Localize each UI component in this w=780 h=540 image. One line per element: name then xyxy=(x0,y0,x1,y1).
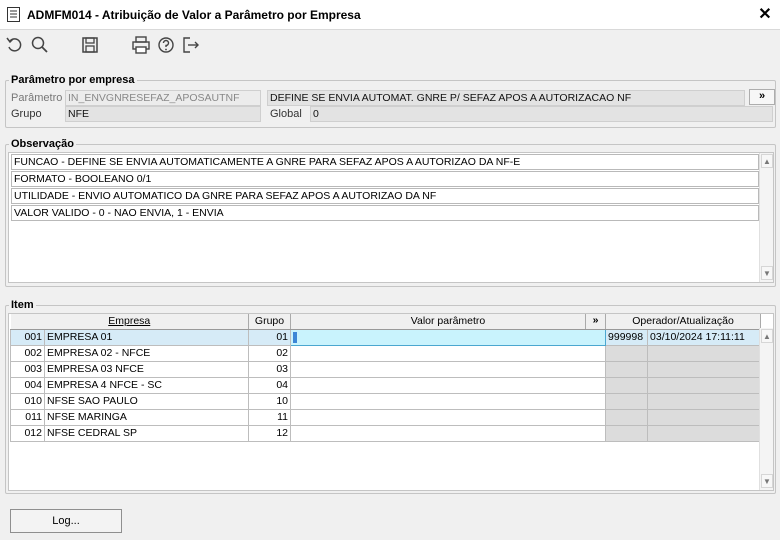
table-header: Empresa Grupo Valor parâmetro » Operador… xyxy=(10,314,762,330)
close-button[interactable]: ✕ xyxy=(756,6,774,24)
table-row[interactable]: 011 NFSE MARINGA 11 xyxy=(10,408,762,426)
item-table: Empresa Grupo Valor parâmetro » Operador… xyxy=(10,314,762,442)
cell-code: 011 xyxy=(10,408,45,426)
cell-code: 003 xyxy=(10,360,45,378)
log-button[interactable]: Log... xyxy=(10,509,122,533)
cell-valor-input[interactable] xyxy=(290,424,607,442)
cell-valor-input[interactable] xyxy=(290,408,607,426)
observacao-textarea[interactable]: FUNCAO - DEFINE SE ENVIA AUTOMATICAMENTE… xyxy=(8,152,774,283)
observacao-scrollbar[interactable]: ▲ ▼ xyxy=(759,153,773,282)
observacao-line: UTILIDADE - ENVIO AUTOMATICO DA GNRE PAR… xyxy=(11,188,759,204)
table-row[interactable]: 012 NFSE CEDRAL SP 12 xyxy=(10,424,762,442)
exit-icon[interactable] xyxy=(181,35,201,55)
grupo-field: NFE xyxy=(65,106,261,122)
save-icon[interactable] xyxy=(80,35,100,55)
table-row[interactable]: 003 EMPRESA 03 NFCE 03 xyxy=(10,360,762,378)
cell-atualizacao xyxy=(647,408,762,426)
cell-grupo: 03 xyxy=(248,360,292,378)
grupo-label: Grupo xyxy=(11,108,42,120)
cell-valor-input[interactable] xyxy=(290,376,607,394)
cell-empresa: NFSE SAO PAULO xyxy=(43,392,250,410)
cell-empresa: EMPRESA 01 xyxy=(43,328,250,346)
cell-operador xyxy=(605,344,649,362)
parametro-description-field: DEFINE SE ENVIA AUTOMAT. GNRE P/ SEFAZ A… xyxy=(267,90,745,106)
parametro-label: Parâmetro xyxy=(11,92,63,104)
cell-grupo: 04 xyxy=(248,376,292,394)
window-title: ADMFM014 - Atribuição de Valor a Parâmet… xyxy=(27,8,361,22)
cell-grupo: 01 xyxy=(248,328,292,346)
cell-empresa: EMPRESA 02 - NFCE xyxy=(43,344,250,362)
cell-grupo: 10 xyxy=(248,392,292,410)
print-icon[interactable] xyxy=(131,35,151,55)
cell-valor-input[interactable]: 1 xyxy=(290,328,607,346)
cell-valor-input[interactable] xyxy=(290,344,607,362)
observacao-legend: Observação xyxy=(11,138,74,150)
scroll-down-icon[interactable]: ▼ xyxy=(761,474,773,488)
cell-empresa: EMPRESA 4 NFCE - SC xyxy=(43,376,250,394)
col-empresa[interactable]: Empresa xyxy=(10,314,250,330)
cell-operador xyxy=(605,376,649,394)
global-field: 0 xyxy=(310,106,773,122)
parametro-more-button[interactable]: » xyxy=(749,89,775,105)
parametro-legend: Parâmetro por empresa xyxy=(11,74,135,86)
help-icon[interactable] xyxy=(156,35,176,55)
table-row[interactable]: 010 NFSE SAO PAULO 10 xyxy=(10,392,762,410)
cell-grupo: 11 xyxy=(248,408,292,426)
table-row[interactable]: 001 EMPRESA 01 01 1 999998 03/10/2024 17… xyxy=(10,328,762,346)
cell-empresa: EMPRESA 03 NFCE xyxy=(43,360,250,378)
cell-code: 012 xyxy=(10,424,45,442)
cell-valor-input[interactable] xyxy=(290,360,607,378)
search-icon[interactable] xyxy=(30,35,50,55)
cell-operador xyxy=(605,360,649,378)
scroll-up-icon[interactable]: ▲ xyxy=(761,154,773,168)
cell-empresa: NFSE CEDRAL SP xyxy=(43,424,250,442)
item-scrollbar[interactable]: ▲ ▼ xyxy=(759,328,773,490)
parametro-field[interactable]: IN_ENVGNRESEFAZ_APOSAUTNF xyxy=(65,90,261,106)
cell-atualizacao xyxy=(647,344,762,362)
cell-atualizacao xyxy=(647,392,762,410)
app-document-icon xyxy=(7,7,20,22)
observacao-line: FUNCAO - DEFINE SE ENVIA AUTOMATICAMENTE… xyxy=(11,154,759,170)
cell-code: 001 xyxy=(10,328,45,346)
cell-atualizacao xyxy=(647,360,762,378)
cell-atualizacao xyxy=(647,424,762,442)
cell-atualizacao: 03/10/2024 17:11:11 xyxy=(647,328,762,346)
cell-code: 010 xyxy=(10,392,45,410)
table-row[interactable]: 002 EMPRESA 02 - NFCE 02 xyxy=(10,344,762,362)
title-bar: ADMFM014 - Atribuição de Valor a Parâmet… xyxy=(0,0,780,30)
scroll-down-icon[interactable]: ▼ xyxy=(761,266,773,280)
cell-valor-input[interactable] xyxy=(290,392,607,410)
col-grupo[interactable]: Grupo xyxy=(248,314,292,330)
cell-code: 002 xyxy=(10,344,45,362)
cell-operador xyxy=(605,408,649,426)
col-operador[interactable]: Operador/Atualização xyxy=(605,314,762,330)
observacao-line: VALOR VALIDO - 0 - NAO ENVIA, 1 - ENVIA xyxy=(11,205,759,221)
cell-operador xyxy=(605,392,649,410)
global-label: Global xyxy=(270,108,302,120)
item-legend: Item xyxy=(11,299,34,311)
table-row[interactable]: 004 EMPRESA 4 NFCE - SC 04 xyxy=(10,376,762,394)
undo-icon[interactable] xyxy=(5,35,25,55)
cell-grupo: 02 xyxy=(248,344,292,362)
observacao-line: FORMATO - BOOLEANO 0/1 xyxy=(11,171,759,187)
cell-empresa: NFSE MARINGA xyxy=(43,408,250,426)
col-valor[interactable]: Valor parâmetro » xyxy=(290,314,607,330)
valor-more-button[interactable]: » xyxy=(585,314,605,329)
text-cursor xyxy=(293,331,298,343)
cell-code: 004 xyxy=(10,376,45,394)
cell-operador xyxy=(605,424,649,442)
scroll-up-icon[interactable]: ▲ xyxy=(761,329,773,343)
cell-grupo: 12 xyxy=(248,424,292,442)
cell-atualizacao xyxy=(647,376,762,394)
toolbar xyxy=(0,30,780,60)
cell-operador: 999998 xyxy=(605,328,649,346)
